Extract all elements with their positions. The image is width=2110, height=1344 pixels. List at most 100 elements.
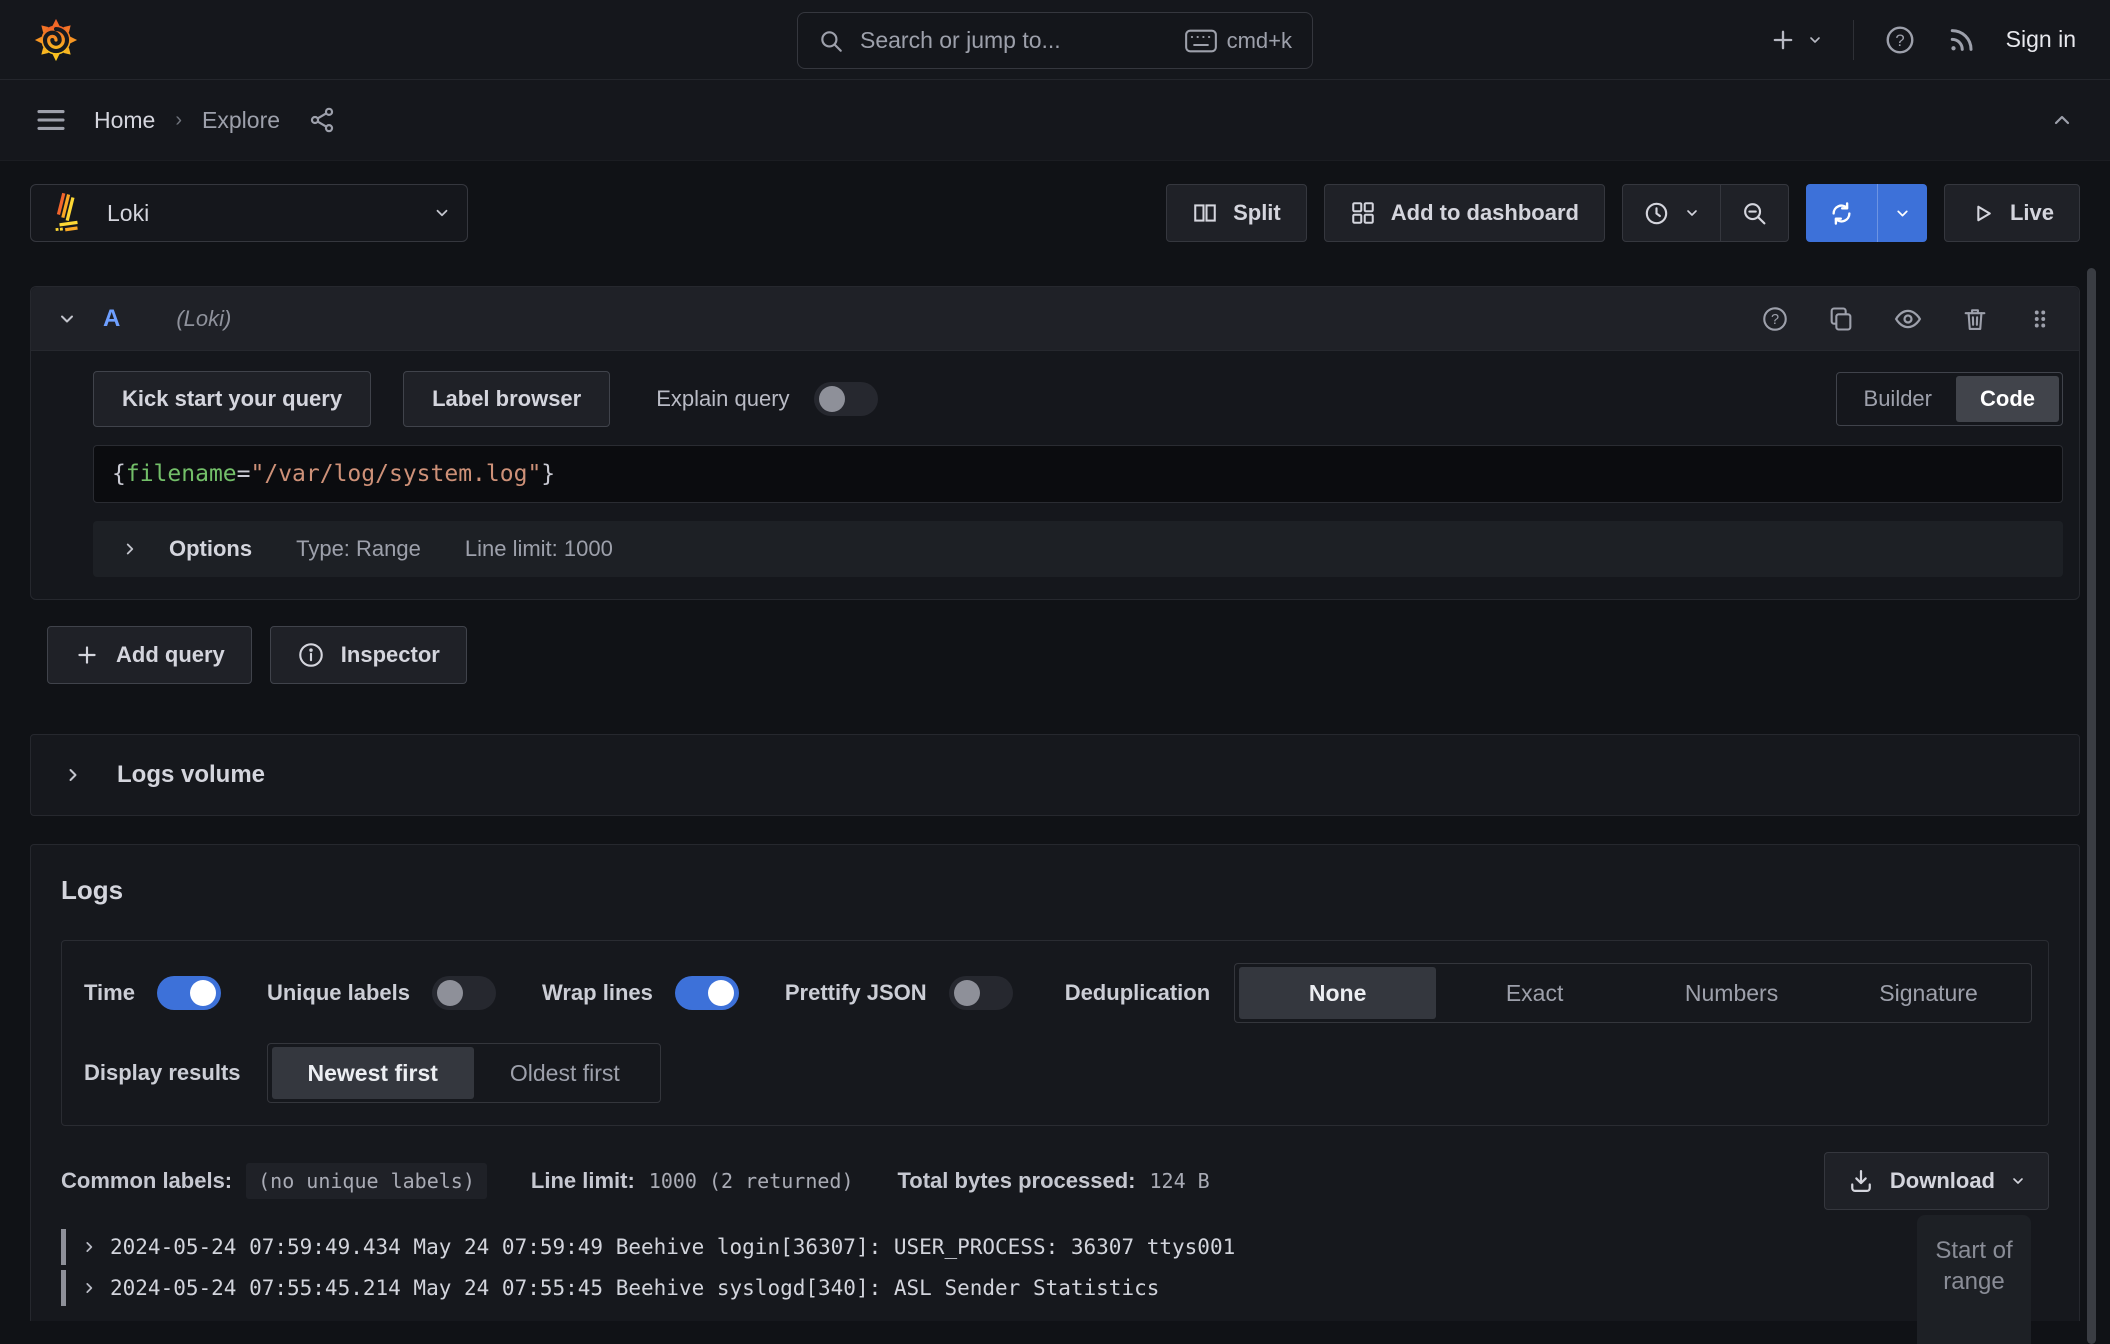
- query-ref-id[interactable]: A: [103, 305, 120, 333]
- copy-icon[interactable]: [1827, 305, 1855, 333]
- refresh-interval-dropdown[interactable]: [1877, 184, 1927, 242]
- options-label: Options: [169, 536, 252, 562]
- new-menu-button[interactable]: [1769, 26, 1823, 54]
- sign-in-button[interactable]: Sign in: [2006, 26, 2076, 53]
- grip-icon[interactable]: [2027, 306, 2053, 332]
- zoom-out-button[interactable]: [1720, 185, 1788, 241]
- time-toggle-pair: Time: [84, 976, 221, 1010]
- zoom-out-icon: [1741, 200, 1768, 227]
- kick-start-button[interactable]: Kick start your query: [93, 371, 371, 427]
- unique-labels-label: Unique labels: [267, 980, 410, 1006]
- play-icon: [1970, 201, 1995, 226]
- breadcrumb-bar: Home › Explore: [0, 80, 2110, 161]
- plus-icon: [1769, 26, 1797, 54]
- mode-code[interactable]: Code: [1956, 376, 2059, 422]
- query-expression-input[interactable]: {filename="/var/log/system.log"}: [93, 445, 2063, 503]
- order-option-newest-first[interactable]: Newest first: [272, 1047, 474, 1099]
- toolbar-actions: Split Add to dashboard: [1166, 184, 2080, 242]
- live-label: Live: [2010, 200, 2054, 226]
- live-button[interactable]: Live: [1944, 184, 2080, 242]
- split-label: Split: [1233, 200, 1281, 226]
- options-line-limit: Line limit: 1000: [465, 536, 613, 562]
- start-of-range-marker[interactable]: Start of range: [1917, 1215, 2031, 1344]
- mode-builder[interactable]: Builder: [1840, 376, 1956, 422]
- prettify-json-toggle[interactable]: [949, 976, 1013, 1010]
- logs-volume-panel[interactable]: Logs volume: [30, 734, 2080, 816]
- clock-icon: [1643, 200, 1670, 227]
- common-labels-value: (no unique labels): [246, 1163, 487, 1199]
- display-results-label: Display results: [84, 1060, 241, 1086]
- dedup-option-numbers[interactable]: Numbers: [1633, 967, 1830, 1019]
- log-row[interactable]: 2024-05-24 07:55:45.214 May 24 07:55:45 …: [61, 1267, 2049, 1308]
- time-picker-button[interactable]: [1623, 185, 1720, 241]
- trash-icon[interactable]: [1961, 305, 1989, 333]
- dedup-option-none[interactable]: None: [1239, 967, 1436, 1019]
- add-to-dashboard-label: Add to dashboard: [1391, 200, 1579, 226]
- add-to-dashboard-button[interactable]: Add to dashboard: [1324, 184, 1605, 242]
- split-button[interactable]: Split: [1166, 184, 1307, 242]
- inspector-button[interactable]: Inspector: [270, 626, 467, 684]
- time-toggle[interactable]: [157, 976, 221, 1010]
- explain-query-toggle[interactable]: [814, 382, 878, 416]
- log-rows: 2024-05-24 07:59:49.434 May 24 07:59:49 …: [61, 1226, 2049, 1308]
- query-label: filename: [126, 461, 237, 487]
- logs-title: Logs: [61, 875, 2049, 906]
- plus-icon: [74, 642, 100, 668]
- order-group: Newest firstOldest first: [267, 1043, 661, 1103]
- svg-text:?: ?: [1895, 30, 1904, 49]
- share-icon[interactable]: [308, 106, 336, 134]
- query-toolbar: Kick start your query Label browser Expl…: [93, 371, 2063, 427]
- chevron-right-icon: [121, 540, 139, 558]
- scrollbar[interactable]: [2087, 268, 2096, 1344]
- total-bytes-label: Total bytes processed:: [897, 1168, 1135, 1194]
- query-options-row[interactable]: Options Type: Range Line limit: 1000: [93, 521, 2063, 577]
- order-option-oldest-first[interactable]: Oldest first: [474, 1047, 656, 1099]
- help-icon[interactable]: ?: [1761, 305, 1789, 333]
- dedup-option-exact[interactable]: Exact: [1436, 967, 1633, 1019]
- add-query-button[interactable]: Add query: [47, 626, 252, 684]
- chevron-down-icon: [2010, 1173, 2026, 1189]
- download-icon: [1847, 1167, 1875, 1195]
- menu-icon[interactable]: [36, 108, 66, 132]
- logs-panel: Logs Time Unique labels Wrap lines Prett…: [30, 844, 2080, 1321]
- query-open-brace: {: [112, 461, 126, 487]
- deduplication-label: Deduplication: [1065, 980, 1210, 1006]
- log-level-bar: [61, 1270, 66, 1306]
- dedup-option-signature[interactable]: Signature: [1830, 967, 2027, 1019]
- chevron-down-icon[interactable]: [57, 309, 77, 329]
- breadcrumb-home[interactable]: Home: [94, 107, 155, 134]
- split-icon: [1192, 200, 1218, 226]
- wrap-lines-toggle-pair: Wrap lines: [542, 976, 739, 1010]
- total-bytes-value: 124 B: [1149, 1169, 1209, 1193]
- unique-labels-toggle[interactable]: [432, 976, 496, 1010]
- download-label: Download: [1890, 1168, 1995, 1194]
- breadcrumb: Home › Explore: [94, 107, 280, 134]
- explain-query-label: Explain query: [656, 386, 789, 412]
- query-row-body: Kick start your query Label browser Expl…: [31, 351, 2079, 599]
- logs-meta-row: Common labels: (no unique labels) Line l…: [61, 1152, 2049, 1210]
- wrap-lines-toggle[interactable]: [675, 976, 739, 1010]
- search-shortcut: cmd+k: [1185, 28, 1292, 54]
- download-button[interactable]: Download: [1824, 1152, 2049, 1210]
- log-row[interactable]: 2024-05-24 07:59:49.434 May 24 07:59:49 …: [61, 1226, 2049, 1267]
- refresh-button[interactable]: [1806, 184, 1877, 242]
- chevron-down-icon: [433, 204, 451, 222]
- rss-icon[interactable]: [1946, 25, 1976, 55]
- chevron-right-icon[interactable]: [82, 1240, 96, 1254]
- eye-icon[interactable]: [1893, 304, 1923, 334]
- display-results-control: Display results Newest firstOldest first: [84, 1043, 661, 1103]
- chevron-up-icon[interactable]: [2050, 108, 2074, 132]
- query-actions-row: Add query Inspector: [47, 626, 2080, 684]
- logs-controls-row-1: Time Unique labels Wrap lines Prettify J…: [84, 963, 2032, 1023]
- grafana-logo[interactable]: [34, 18, 78, 62]
- time-picker-group: [1622, 184, 1789, 242]
- chevron-right-icon[interactable]: [82, 1281, 96, 1295]
- query-row-header[interactable]: A (Loki) ?: [31, 287, 2079, 351]
- help-icon[interactable]: ?: [1884, 24, 1916, 56]
- datasource-picker[interactable]: Loki: [30, 184, 468, 242]
- label-browser-button[interactable]: Label browser: [403, 371, 610, 427]
- search-input[interactable]: Search or jump to... cmd+k: [797, 12, 1313, 69]
- deduplication-control: Deduplication NoneExactNumbersSignature: [1065, 963, 2032, 1023]
- query-close-brace: }: [541, 461, 555, 487]
- query-eq: =: [237, 461, 251, 487]
